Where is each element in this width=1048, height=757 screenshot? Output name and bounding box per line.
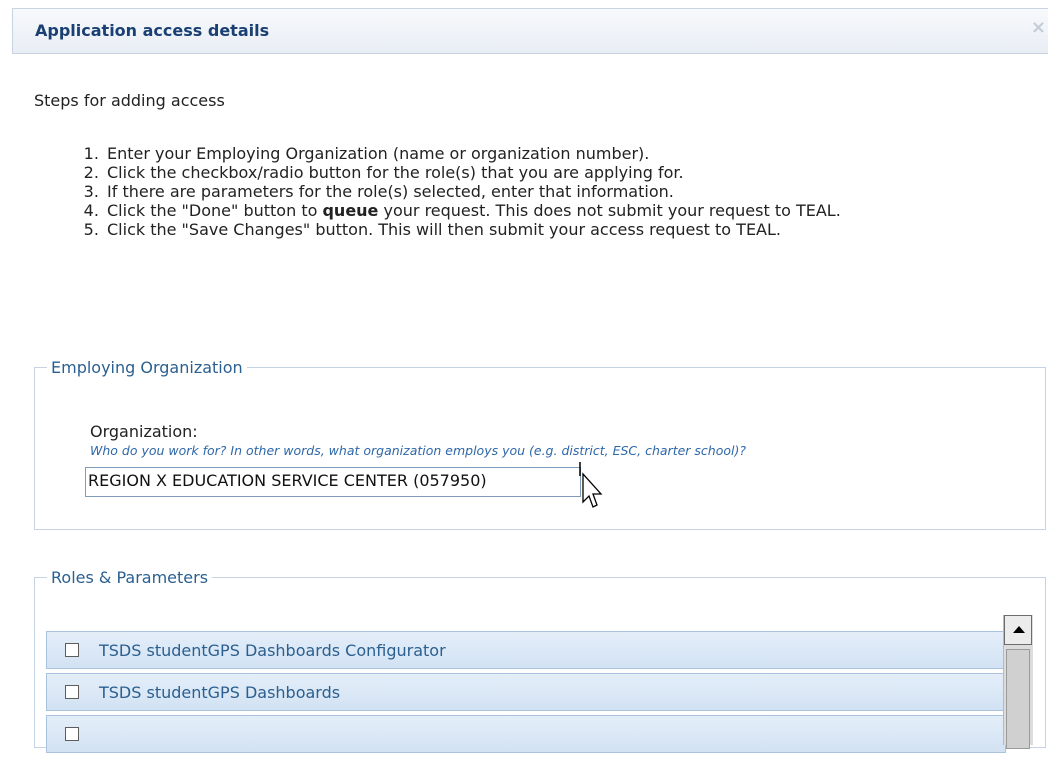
dialog-titlebar: Application access details × bbox=[12, 8, 1048, 54]
role-item[interactable]: TSDS studentGPS Dashboards Configurator bbox=[46, 631, 1006, 669]
scroll-thumb[interactable] bbox=[1006, 649, 1030, 749]
roles-list: TSDS studentGPS Dashboards Configurator … bbox=[46, 631, 1006, 757]
organization-label: Organization: bbox=[90, 422, 198, 441]
role-checkbox[interactable] bbox=[65, 685, 79, 699]
organization-help-text: Who do you work for? In other words, wha… bbox=[90, 443, 746, 458]
step-item: Click the "Save Changes" button. This wi… bbox=[104, 220, 1020, 239]
role-checkbox[interactable] bbox=[65, 643, 79, 657]
dialog-title: Application access details bbox=[35, 21, 270, 40]
emphasis-queue: queue bbox=[322, 201, 379, 220]
role-label: TSDS studentGPS Dashboards bbox=[99, 683, 341, 702]
step-item: Click the "Done" button to queue your re… bbox=[104, 201, 1020, 220]
step-item: Enter your Employing Organization (name … bbox=[104, 144, 1020, 163]
roles-parameters-legend: Roles & Parameters bbox=[51, 568, 209, 587]
steps-list: Enter your Employing Organization (name … bbox=[0, 144, 1040, 239]
roles-parameters-section: Roles & Parameters TSDS studentGPS Dashb… bbox=[34, 568, 1046, 753]
organization-input[interactable]: REGION X EDUCATION SERVICE CENTER (05795… bbox=[85, 467, 581, 497]
scroll-up-arrow-icon[interactable] bbox=[1004, 615, 1032, 645]
close-icon[interactable]: × bbox=[1031, 17, 1046, 38]
role-checkbox[interactable] bbox=[65, 727, 79, 741]
role-item[interactable]: TSDS studentGPS Dashboards bbox=[46, 673, 1006, 711]
step-item: If there are parameters for the role(s) … bbox=[104, 182, 1020, 201]
mouse-pointer-icon bbox=[579, 462, 603, 508]
step-item: Click the checkbox/radio button for the … bbox=[104, 163, 1020, 182]
role-label: TSDS studentGPS Dashboards Configurator bbox=[99, 641, 446, 660]
employing-organization-section: Employing Organization Organization: Who… bbox=[34, 358, 1046, 530]
role-item[interactable] bbox=[46, 715, 1006, 753]
employing-organization-legend: Employing Organization bbox=[51, 358, 243, 377]
steps-intro: Steps for adding access bbox=[34, 91, 225, 110]
roles-scrollbar[interactable] bbox=[1003, 615, 1033, 749]
